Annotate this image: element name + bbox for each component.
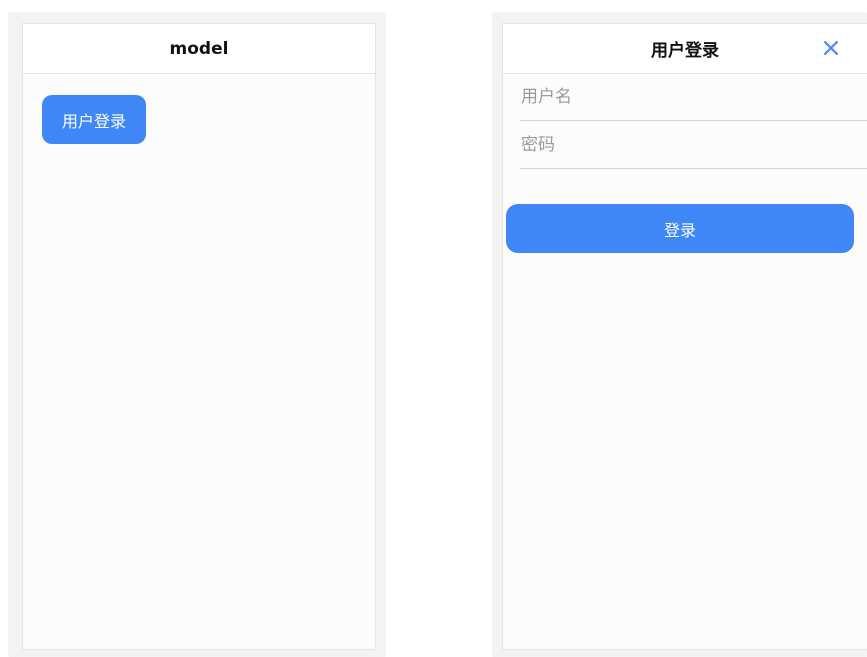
main-page-title: model — [169, 38, 229, 59]
login-modal-title: 用户登录 — [651, 41, 719, 61]
password-input[interactable] — [520, 122, 867, 168]
username-field-row — [520, 74, 867, 121]
login-modal-screen: 用户登录 登录 — [502, 23, 867, 650]
login-submit-button[interactable]: 登录 — [506, 204, 854, 253]
main-page-screen: model 用户登录 — [22, 23, 376, 650]
login-modal-header: 用户登录 — [503, 24, 867, 74]
username-input[interactable] — [520, 74, 867, 120]
main-page-nav-bar: model — [23, 24, 375, 74]
close-icon[interactable] — [819, 36, 843, 60]
open-login-modal-button[interactable]: 用户登录 — [42, 95, 146, 144]
password-field-row — [520, 122, 867, 169]
